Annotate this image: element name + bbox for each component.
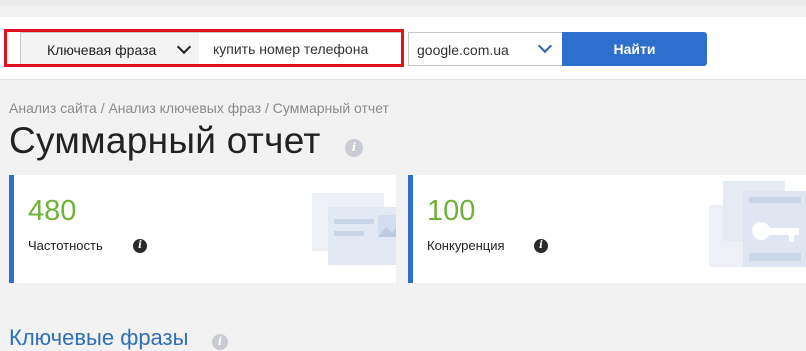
search-engine-label: google.com.ua [417, 42, 509, 58]
search-button[interactable]: Найти [562, 32, 707, 66]
info-icon[interactable]: i [345, 139, 363, 157]
section-heading-keywords: Ключевые фразы [9, 325, 189, 350]
competition-label: Конкуренция [427, 238, 505, 253]
highlight-frame [4, 29, 404, 67]
info-icon[interactable]: i [212, 334, 228, 350]
search-engine-dropdown[interactable]: google.com.ua [408, 32, 563, 66]
frequency-card: 480 Частотность i [9, 175, 396, 283]
breadcrumb: Анализ сайта / Анализ ключевых фраз / Су… [9, 100, 389, 116]
frequency-label: Частотность [28, 238, 103, 253]
search-panel: Ключевая фраза google.com.ua Найти [0, 17, 806, 80]
report-illustration-icon [312, 193, 396, 265]
page-title: Суммарный отчет [9, 120, 321, 161]
competition-value: 100 [427, 195, 476, 227]
info-icon[interactable]: i [534, 239, 548, 253]
chevron-down-icon [537, 38, 553, 54]
frequency-value: 480 [28, 195, 77, 227]
top-divider [0, 0, 806, 6]
competition-card: 100 Конкуренция i [408, 175, 806, 283]
key-illustration-icon [709, 181, 806, 267]
info-icon[interactable]: i [133, 239, 147, 253]
